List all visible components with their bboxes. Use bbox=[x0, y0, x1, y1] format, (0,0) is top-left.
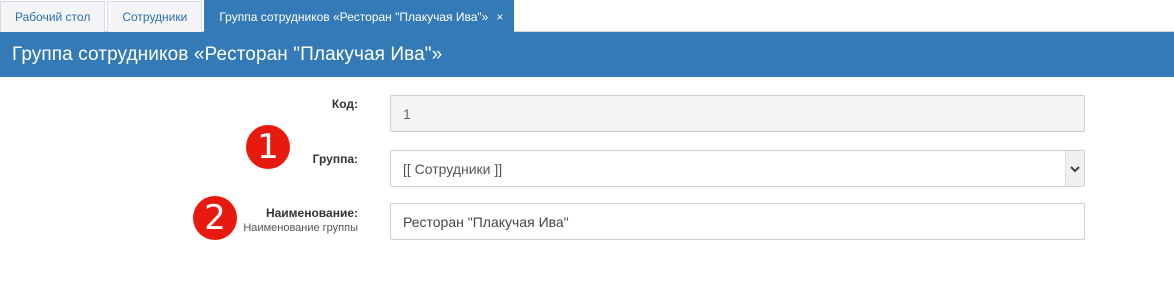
tab-bar: Рабочий стол Сотрудники Группа сотрудник… bbox=[0, 0, 1174, 32]
tab-desktop-label: Рабочий стол bbox=[15, 10, 91, 24]
tab-employee-group[interactable]: Группа сотрудников «Ресторан "Плакучая И… bbox=[204, 0, 515, 32]
name-hint: Наименование группы bbox=[243, 222, 358, 234]
chevron-down-icon[interactable] bbox=[1065, 151, 1084, 186]
page: Рабочий стол Сотрудники Группа сотрудник… bbox=[0, 0, 1174, 289]
tab-desktop[interactable]: Рабочий стол bbox=[0, 1, 106, 32]
page-title: Группа сотрудников «Ресторан "Плакучая И… bbox=[12, 43, 443, 65]
close-icon[interactable]: × bbox=[496, 11, 503, 23]
group-select[interactable]: [[ Сотрудники ]] bbox=[390, 150, 1085, 187]
callout-badge-2: 2 bbox=[193, 196, 237, 240]
group-label: Группа: bbox=[312, 152, 358, 166]
name-input-value: Ресторан "Плакучая Ива" bbox=[403, 213, 569, 230]
group-row: Группа: [[ Сотрудники ]] bbox=[0, 148, 1174, 188]
callout-badge-1: 1 bbox=[246, 125, 290, 169]
code-row: Код: 1 bbox=[0, 93, 1174, 133]
name-label: Наименование: bbox=[265, 206, 358, 220]
name-input[interactable]: Ресторан "Плакучая Ива" bbox=[390, 203, 1085, 240]
code-label: Код: bbox=[331, 97, 358, 111]
tab-employee-group-label: Группа сотрудников «Ресторан "Плакучая И… bbox=[219, 9, 489, 24]
name-row: Наименование: Наименование группы Рестор… bbox=[0, 202, 1174, 242]
tab-employees-label: Сотрудники bbox=[122, 10, 188, 24]
code-value: 1 bbox=[403, 105, 411, 122]
group-select-value: [[ Сотрудники ]] bbox=[403, 160, 503, 177]
page-header: Группа сотрудников «Ресторан "Плакучая И… bbox=[0, 32, 1174, 77]
tab-employees[interactable]: Сотрудники bbox=[107, 1, 203, 32]
code-field: 1 bbox=[390, 95, 1085, 132]
chevron-down-glyph bbox=[1070, 165, 1080, 172]
